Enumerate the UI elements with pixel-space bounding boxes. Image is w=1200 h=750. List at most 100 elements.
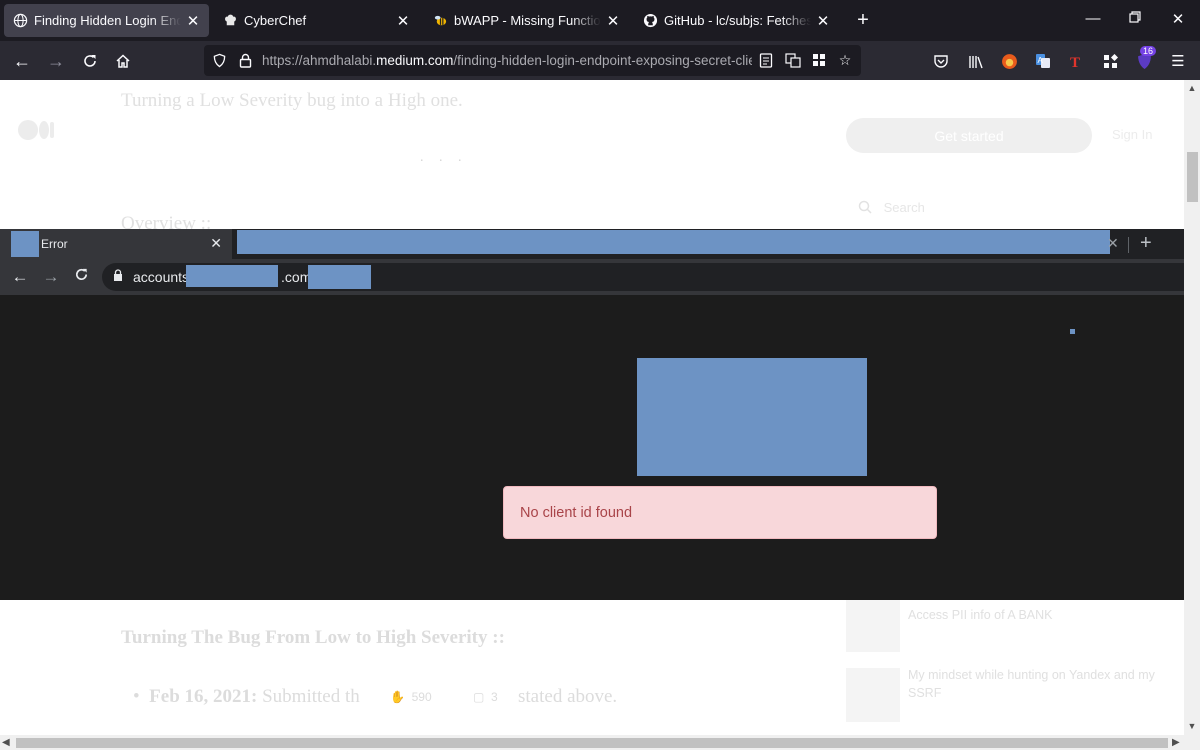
bee-icon [432, 13, 448, 29]
browser-navigation-bar: ← → https://ahmdhalabi.medium.com/findin… [0, 41, 1200, 80]
tab-title: GitHub - lc/subjs: Fetches javasc [664, 13, 811, 28]
minimize-window-button[interactable]: — [1083, 10, 1103, 27]
hamburger-menu-icon[interactable]: ☰ [1167, 50, 1189, 72]
article-subtitle: Turning a Low Severity bug into a High o… [121, 90, 463, 111]
horizontal-scroll-thumb[interactable] [16, 738, 1168, 748]
redacted-logo [637, 358, 867, 476]
restore-window-button[interactable] [1125, 10, 1145, 27]
library-icon[interactable] [965, 50, 987, 72]
sidebar-post[interactable]: Access PII info of A BANK [846, 598, 1176, 654]
url-prefix: accounts [133, 269, 190, 285]
shield-icon[interactable] [210, 51, 228, 69]
url-domain: medium.com [376, 53, 454, 68]
foxyproxy-extension-icon[interactable] [998, 50, 1020, 72]
browser-tab-bar: Finding Hidden Login Endpoint ✕ CyberChe… [0, 0, 1200, 41]
search-box[interactable]: Search [858, 200, 925, 217]
close-tab-icon[interactable]: ✕ [395, 12, 411, 30]
github-icon [642, 13, 658, 29]
screenshot-omnibox: accounts .com/ [102, 263, 1184, 291]
extensions-puzzle-icon[interactable] [1099, 50, 1121, 72]
screenshot-tab-bar: Error ✕ ✕ + [0, 229, 1184, 259]
redacted-domain [186, 265, 278, 287]
close-tab-icon[interactable]: ✕ [605, 12, 621, 30]
sidebar-post[interactable]: My mindset while hunting on Yandex and m… [846, 668, 1176, 724]
svg-text:T: T [1070, 55, 1080, 69]
extension-badge: 16 [1140, 46, 1157, 56]
post-thumbnail [846, 668, 900, 722]
close-tab-icon[interactable]: ✕ [815, 12, 831, 30]
timeline-bullet: • Feb 16, 2021: Submitted th [133, 686, 360, 707]
post-title: Access PII info of A BANK [908, 608, 1053, 622]
search-placeholder: Search [883, 200, 925, 215]
lock-icon [113, 269, 123, 281]
plus-icon: + [1140, 232, 1152, 254]
scroll-up-arrow-icon[interactable]: ▲ [1184, 80, 1200, 96]
section-heading: Turning The Bug From Low to High Severit… [121, 627, 505, 648]
tab-bwapp[interactable]: bWAPP - Missing Functional Lev ✕ [424, 4, 629, 37]
close-tab-icon[interactable]: ✕ [185, 12, 201, 30]
translate-icon[interactable] [784, 51, 802, 69]
bullet-text-start: Submitted th [257, 686, 360, 707]
translator-extension-icon[interactable]: A [1032, 50, 1054, 72]
bullet-date: Feb 16, 2021: [149, 686, 258, 707]
responses-button[interactable]: ▢ 3 [473, 690, 498, 704]
lock-icon[interactable] [236, 51, 254, 69]
tab-title: CyberChef [244, 13, 307, 28]
loading-dots: . . . [420, 150, 468, 165]
vertical-scroll-thumb[interactable] [1187, 152, 1198, 202]
reload-icon [71, 267, 91, 287]
screenshot-page-body: No client id found [0, 295, 1184, 600]
screenshot-tab-title: Error [41, 237, 68, 251]
scroll-left-arrow-icon[interactable]: ◀ [2, 735, 10, 750]
address-bar[interactable]: https://ahmdhalabi.medium.com/finding-hi… [204, 45, 861, 76]
scroll-down-arrow-icon[interactable]: ▼ [1184, 718, 1200, 734]
redacted-path [308, 265, 371, 289]
horizontal-scrollbar[interactable]: ◀ ▶ [0, 735, 1200, 750]
screenshot-nav-bar: ← → accounts .com/ [0, 259, 1184, 295]
error-alert: No client id found [503, 486, 937, 539]
bullet-text-end: stated above. [518, 686, 618, 707]
url-text[interactable]: https://ahmdhalabi.medium.com/finding-hi… [262, 53, 752, 68]
close-icon: ✕ [210, 235, 222, 251]
reload-button[interactable] [79, 50, 101, 72]
vertical-scrollbar[interactable]: ▲ ▼ [1184, 80, 1200, 735]
tab-cyberchef[interactable]: CyberChef ✕ [214, 4, 419, 37]
sign-in-link[interactable]: Sign In [1112, 127, 1152, 142]
redacted-dot [1070, 329, 1075, 334]
tab-divider [1128, 237, 1129, 253]
pocket-icon[interactable] [930, 50, 952, 72]
post-title: My mindset while hunting on Yandex and m… [908, 668, 1155, 700]
get-started-button[interactable]: Get started [846, 118, 1092, 153]
alert-message: No client id found [520, 504, 633, 521]
close-window-button[interactable]: ✕ [1168, 10, 1188, 28]
globe-icon [12, 13, 28, 29]
scroll-right-arrow-icon[interactable]: ▶ [1172, 735, 1180, 750]
post-thumbnail [846, 598, 900, 652]
embedded-browser-screenshot: Error ✕ ✕ + ← → accounts .com/ No client … [0, 229, 1184, 600]
clap-icon: ✋ [390, 690, 405, 704]
bookmark-star-icon[interactable]: ☆ [836, 51, 854, 69]
back-arrow-icon: ← [11, 267, 29, 286]
search-icon [858, 200, 872, 217]
forward-button[interactable]: → [45, 50, 67, 72]
redacted-favicon [11, 231, 39, 257]
url-prefix: https://ahmdhalabi. [262, 53, 377, 68]
new-tab-button[interactable]: + [852, 9, 874, 32]
clap-button[interactable]: ✋ 590 [390, 690, 432, 704]
redacted-tab [237, 230, 1110, 254]
chef-hat-icon [222, 13, 238, 29]
url-path: /finding-hidden-login-endpoint-exposing-… [453, 53, 752, 68]
back-button[interactable]: ← [11, 50, 33, 72]
forward-arrow-icon: → [42, 267, 60, 286]
extension-grid-icon[interactable] [810, 51, 828, 69]
medium-logo-icon[interactable] [18, 120, 58, 140]
svg-text:A: A [1038, 56, 1044, 65]
home-button[interactable] [112, 50, 134, 72]
tab-finding-hidden-login[interactable]: Finding Hidden Login Endpoint ✕ [4, 4, 209, 37]
wappalyzer-extension-icon[interactable]: T [1064, 50, 1086, 72]
tab-title: Finding Hidden Login Endpoint [34, 13, 181, 28]
response-count: 3 [491, 690, 498, 704]
reader-view-icon[interactable] [757, 51, 775, 69]
screenshot-tab-error: Error ✕ [0, 229, 232, 259]
tab-github-subjs[interactable]: GitHub - lc/subjs: Fetches javasc ✕ [634, 4, 839, 37]
